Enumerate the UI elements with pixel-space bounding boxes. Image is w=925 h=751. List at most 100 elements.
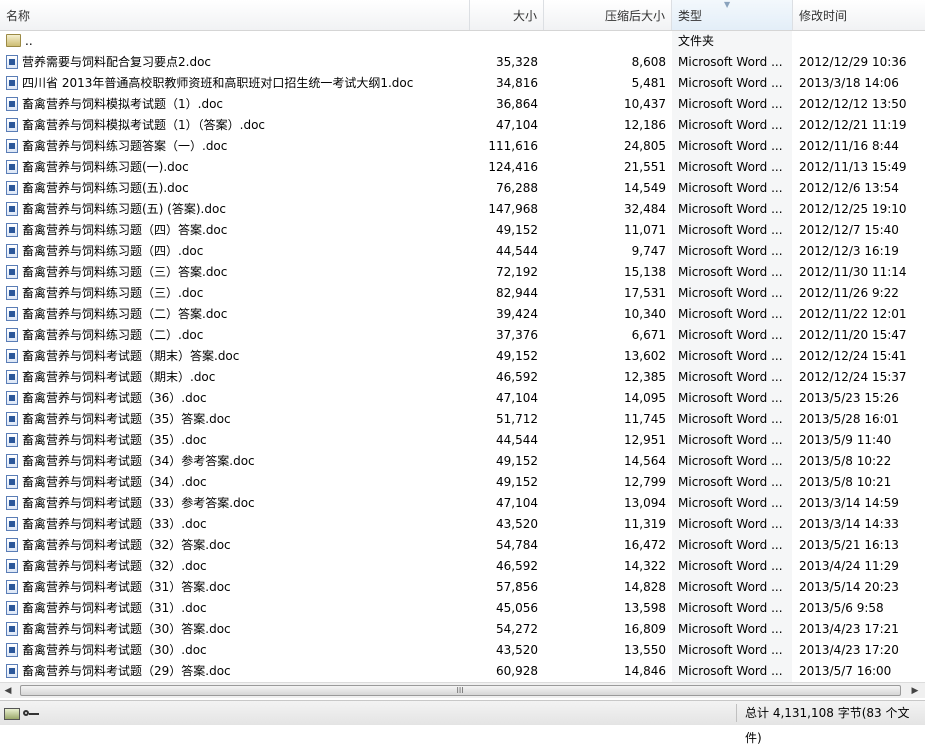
file-row[interactable]: 畜禽营养与饲料练习题(一).doc 124,416 21,551 Microsoft … xyxy=(0,157,925,178)
file-modified: 2013/5/8 10:21 xyxy=(799,475,892,489)
file-row[interactable]: 畜禽营养与饲料考试题（30）答案.doc 54,272 16,809 Microsof… xyxy=(0,619,925,640)
parent-folder-name: .. xyxy=(25,34,33,48)
column-header-modified[interactable]: 修改时间 xyxy=(793,0,925,30)
file-row[interactable]: 畜禽营养与饲料考试题（31）.doc 45,056 13,598 Microsoft … xyxy=(0,598,925,619)
file-row[interactable]: 畜禽营养与饲料练习题（四）答案.doc 49,152 11,071 Microsoft… xyxy=(0,220,925,241)
scroll-left-icon[interactable]: ◀ xyxy=(2,685,14,697)
word-doc-icon xyxy=(6,621,18,636)
file-modified: 2013/4/23 17:21 xyxy=(799,622,899,636)
file-row[interactable]: 畜禽营养与饲料考试题（期末）.doc 46,592 12,385 Microsoft … xyxy=(0,367,925,388)
file-row[interactable]: 营养需要与饲料配合复习要点2.doc 35,328 8,608 Microsoft W… xyxy=(0,52,925,73)
file-name: 畜禽营养与饲料考试题（36）.doc xyxy=(22,391,207,405)
file-modified: 2013/3/14 14:33 xyxy=(799,517,899,531)
file-row[interactable]: 畜禽营养与饲料练习题（二）答案.doc 39,424 10,340 Microsoft… xyxy=(0,304,925,325)
scroll-right-icon[interactable]: ▶ xyxy=(909,685,921,697)
file-modified: 2012/12/3 16:19 xyxy=(799,244,899,258)
word-doc-icon xyxy=(6,285,18,300)
column-header-name[interactable]: 名称 xyxy=(0,0,470,30)
parent-folder-row[interactable]: .. 文件夹 xyxy=(0,31,925,52)
file-name: 畜禽营养与饲料考试题（31）答案.doc xyxy=(22,580,231,594)
file-type: Microsoft Word ... xyxy=(678,370,783,384)
word-doc-icon xyxy=(6,348,18,363)
file-compressed-size: 13,094 xyxy=(624,496,666,510)
file-size: 60,928 xyxy=(496,664,538,678)
file-name: 畜禽营养与饲料练习题(五).doc xyxy=(22,181,189,195)
file-compressed-size: 12,951 xyxy=(624,433,666,447)
file-row[interactable]: 畜禽营养与饲料练习题(五).doc 76,288 14,549 Microsoft W… xyxy=(0,178,925,199)
file-type: Microsoft Word ... xyxy=(678,412,783,426)
file-row[interactable]: 畜禽营养与饲料练习题(五) (答案).doc 147,968 32,484 Micro… xyxy=(0,199,925,220)
file-row[interactable]: 畜禽营养与饲料考试题（33）参考答案.doc 47,104 13,094 Micros… xyxy=(0,493,925,514)
file-row[interactable]: 畜禽营养与饲料考试题（32）答案.doc 54,784 16,472 Microsof… xyxy=(0,535,925,556)
file-type: Microsoft Word ... xyxy=(678,643,783,657)
file-type: Microsoft Word ... xyxy=(678,517,783,531)
file-row[interactable]: 畜禽营养与饲料考试题（29）答案.doc 60,928 14,846 Microsof… xyxy=(0,661,925,682)
file-size: 34,816 xyxy=(496,76,538,90)
file-type: Microsoft Word ... xyxy=(678,496,783,510)
file-modified: 2012/11/26 9:22 xyxy=(799,286,899,300)
file-size: 44,544 xyxy=(496,433,538,447)
file-row[interactable]: 畜禽营养与饲料考试题（34）参考答案.doc 49,152 14,564 Micros… xyxy=(0,451,925,472)
file-row[interactable]: 畜禽营养与饲料练习题（三）答案.doc 72,192 15,138 Microsoft… xyxy=(0,262,925,283)
file-name: 营养需要与饲料配合复习要点2.doc xyxy=(22,55,212,69)
file-modified: 2012/11/30 11:14 xyxy=(799,265,907,279)
file-rows: 营养需要与饲料配合复习要点2.doc 35,328 8,608 Microsoft W… xyxy=(0,52,925,682)
word-doc-icon xyxy=(6,411,18,426)
file-row[interactable]: 四川省 2013年普通高校职教师资班和高职班对口招生统一考试大纲1.doc 34,… xyxy=(0,73,925,94)
file-row[interactable]: 畜禽营养与饲料考试题（36）.doc 47,104 14,095 Microsoft … xyxy=(0,388,925,409)
file-type: Microsoft Word ... xyxy=(678,349,783,363)
file-size: 49,152 xyxy=(496,475,538,489)
file-row[interactable]: 畜禽营养与饲料考试题（35）答案.doc 51,712 11,745 Microsof… xyxy=(0,409,925,430)
file-compressed-size: 9,747 xyxy=(631,244,666,258)
file-size: 43,520 xyxy=(496,517,538,531)
file-row[interactable]: 畜禽营养与饲料练习题（二）.doc 37,376 6,671 Microsoft Wo… xyxy=(0,325,925,346)
file-row[interactable]: 畜禽营养与饲料练习题（四）.doc 44,544 9,747 Microsoft Wo… xyxy=(0,241,925,262)
file-modified: 2012/11/20 15:47 xyxy=(799,328,907,342)
file-size: 46,592 xyxy=(496,559,538,573)
file-row[interactable]: 畜禽营养与饲料考试题（期末）答案.doc 49,152 13,602 Microsof… xyxy=(0,346,925,367)
file-type: Microsoft Word ... xyxy=(678,475,783,489)
column-header-type[interactable]: 类型 ▼ xyxy=(672,0,793,30)
file-row[interactable]: 畜禽营养与饲料练习题（三）.doc 82,944 17,531 Microsoft W… xyxy=(0,283,925,304)
file-name-cell: 畜禽营养与饲料考试题（期末）.doc xyxy=(6,367,466,388)
word-doc-icon xyxy=(6,600,18,615)
word-doc-icon xyxy=(6,96,18,111)
file-name: 畜禽营养与饲料练习题（二）.doc xyxy=(22,328,204,342)
file-row[interactable]: 畜禽营养与饲料练习题答案（一）.doc 111,616 24,805 Microsof… xyxy=(0,136,925,157)
file-row[interactable]: 畜禽营养与饲料考试题（35）.doc 44,544 12,951 Microsoft … xyxy=(0,430,925,451)
file-modified: 2012/11/16 8:44 xyxy=(799,139,899,153)
file-name-cell: 畜禽营养与饲料考试题（30）答案.doc xyxy=(6,619,466,640)
word-doc-icon xyxy=(6,264,18,279)
column-header-compressed-size[interactable]: 压缩后大小 xyxy=(544,0,672,30)
status-divider xyxy=(736,704,737,722)
scrollbar-thumb[interactable]: III xyxy=(20,685,901,696)
file-row[interactable]: 畜禽营养与饲料考试题（30）.doc 43,520 13,550 Microsoft … xyxy=(0,640,925,661)
file-compressed-size: 21,551 xyxy=(624,160,666,174)
column-header-size[interactable]: 大小 xyxy=(470,0,544,30)
file-modified: 2013/5/8 10:22 xyxy=(799,454,892,468)
file-size: 37,376 xyxy=(496,328,538,342)
file-size: 39,424 xyxy=(496,307,538,321)
file-modified: 2013/3/18 14:06 xyxy=(799,76,899,90)
word-doc-icon xyxy=(6,54,18,69)
file-row[interactable]: 畜禽营养与饲料考试题（32）.doc 46,592 14,322 Microsoft … xyxy=(0,556,925,577)
file-size: 82,944 xyxy=(496,286,538,300)
folder-icon xyxy=(6,34,21,47)
file-name: 畜禽营养与饲料模拟考试题（1）.doc xyxy=(22,97,224,111)
file-row[interactable]: 畜禽营养与饲料考试题（34）.doc 49,152 12,799 Microsoft … xyxy=(0,472,925,493)
file-name-cell: 畜禽营养与饲料练习题(五).doc xyxy=(6,178,466,199)
file-type: Microsoft Word ... xyxy=(678,118,783,132)
file-name: 畜禽营养与饲料考试题（29）答案.doc xyxy=(22,664,231,678)
file-row[interactable]: 畜禽营养与饲料模拟考试题（1）.doc 36,864 10,437 Microsoft… xyxy=(0,94,925,115)
horizontal-scrollbar[interactable]: ◀ III ▶ xyxy=(0,682,925,698)
file-row[interactable]: 畜禽营养与饲料考试题（33）.doc 43,520 11,319 Microsoft … xyxy=(0,514,925,535)
file-row[interactable]: 畜禽营养与饲料模拟考试题（1）（答案）.doc 47,104 12,186 Micro… xyxy=(0,115,925,136)
word-doc-icon xyxy=(6,222,18,237)
file-name-cell: 畜禽营养与饲料考试题（35）.doc xyxy=(6,430,466,451)
file-name-cell: 四川省 2013年普通高校职教师资班和高职班对口招生统一考试大纲1.doc xyxy=(6,73,466,94)
file-type: Microsoft Word ... xyxy=(678,580,783,594)
file-name: 畜禽营养与饲料考试题（32）答案.doc xyxy=(22,538,231,552)
file-row[interactable]: 畜禽营养与饲料考试题（31）答案.doc 57,856 14,828 Microsof… xyxy=(0,577,925,598)
file-name: 畜禽营养与饲料练习题(一).doc xyxy=(22,160,189,174)
file-compressed-size: 12,385 xyxy=(624,370,666,384)
